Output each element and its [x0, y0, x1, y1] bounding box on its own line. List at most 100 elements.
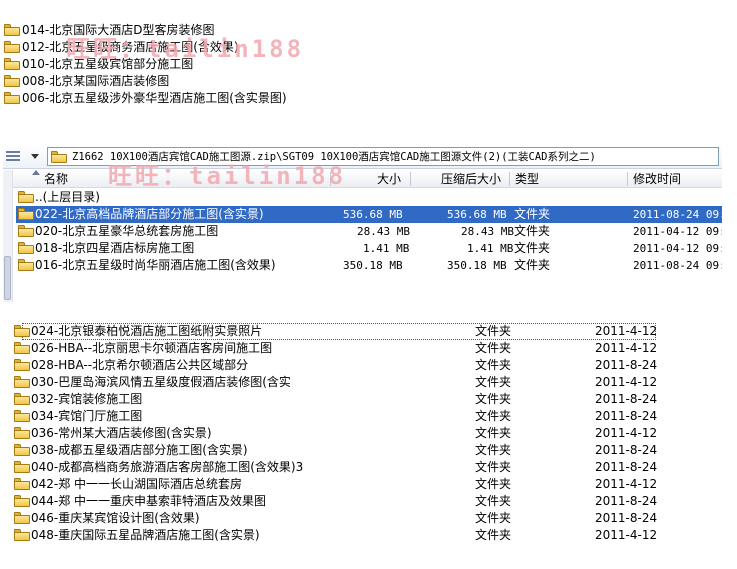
- list-item[interactable]: 048-重庆国际五星品牌酒店施工图(含实景) 文件夹 2011-4-12 0: [12, 527, 660, 544]
- chevron-down-icon[interactable]: [31, 154, 39, 159]
- type-cell: 文件夹: [475, 443, 512, 457]
- table-row[interactable]: 018-北京四星酒店标房施工图 1.41 MB 1.41 MB 文件夹 2011…: [16, 240, 722, 257]
- column-modified-header[interactable]: 修改时间: [633, 170, 681, 188]
- folder-icon: [14, 376, 30, 388]
- vertical-scrollbar[interactable]: [3, 170, 13, 302]
- packed-size-cell: 350.18 MB: [447, 259, 507, 272]
- folder-icon: [18, 208, 34, 220]
- list-item[interactable]: 030-巴厘岛海滨风情五星级度假酒店装修图(含实 文件夹 2011-4-12 0: [12, 374, 660, 391]
- modified-cell: 2011-8-24 0: [595, 511, 660, 525]
- modified-cell: 2011-4-12 0: [595, 341, 660, 355]
- watermark: 旺旺：tailin188: [108, 162, 347, 190]
- folder-name: 024-北京银泰柏悦酒店施工图纸附实景照片: [31, 324, 263, 338]
- view-mode-icon[interactable]: [6, 150, 20, 162]
- list-item[interactable]: 036-常州某大酒店装修图(含实景) 文件夹 2011-4-12 0: [12, 425, 660, 442]
- column-size-header[interactable]: 大小: [377, 170, 401, 188]
- modified-cell: 2011-8-24 0: [595, 409, 660, 423]
- list-item[interactable]: 026-HBA--北京丽思卡尔顿酒店客房间施工图 文件夹 2011-4-12 0: [12, 340, 660, 357]
- folder-icon: [14, 512, 30, 524]
- folder-name: ..(上层目录): [35, 190, 100, 204]
- type-cell: 文件夹: [475, 324, 512, 338]
- modified-cell: 2011-4-12 0: [595, 426, 660, 440]
- table-row[interactable]: 016-北京五星级时尚华丽酒店施工图(含效果) 350.18 MB 350.18…: [16, 257, 722, 274]
- list-item[interactable]: 032-宾馆装修施工图 文件夹 2011-8-24 0: [12, 391, 660, 408]
- folder-name: 034-宾馆门厅施工图: [31, 409, 143, 423]
- folder-icon: [14, 410, 30, 422]
- modified-cell: 2011-8-24 0: [595, 443, 660, 457]
- table-row[interactable]: 022-北京高档品牌酒店部分施工图(含实景) 536.68 MB 536.68 …: [16, 206, 722, 223]
- folder-name: 046-重庆某宾馆设计图(含效果): [31, 511, 200, 525]
- type-cell: 文件夹: [475, 409, 512, 423]
- type-cell: 文件夹: [475, 528, 512, 542]
- scrollbar-thumb[interactable]: [4, 256, 11, 300]
- column-packed-size-header[interactable]: 压缩后大小: [441, 170, 501, 188]
- modified-cell: 2011-8-24 0: [595, 358, 660, 372]
- folder-icon: [18, 242, 34, 254]
- folder-icon: [14, 444, 30, 456]
- list-item[interactable]: 006-北京五星级涉外豪华型酒店施工图(含实景图): [0, 90, 335, 107]
- folder-name: 036-常州某大酒店装修图(含实景): [31, 426, 212, 440]
- folder-name: 030-巴厘岛海滨风情五星级度假酒店装修图(含实: [31, 375, 291, 389]
- folder-name: 020-北京五星豪华总统套房施工图: [35, 224, 219, 238]
- folder-icon: [14, 461, 30, 473]
- folder-icon: [18, 259, 34, 271]
- size-cell: 1.41 MB: [363, 242, 410, 255]
- list-item[interactable]: 044-郑 中一一重庆申基索菲特酒店及效果图 文件夹 2011-8-24 0: [12, 493, 660, 510]
- type-cell: 文件夹: [514, 241, 551, 255]
- type-cell: 文件夹: [514, 224, 551, 238]
- folder-name: 022-北京高档品牌酒店部分施工图(含实景): [35, 207, 264, 221]
- sort-ascending-icon: [32, 170, 40, 175]
- parent-directory-row[interactable]: ..(上层目录): [16, 189, 722, 206]
- folder-icon: [4, 58, 20, 70]
- modified-cell: 2011-04-12 09:4: [633, 242, 722, 255]
- folder-icon: [4, 92, 20, 104]
- folder-list-panel-bottom: 024-北京银泰柏悦酒店施工图纸附实景照片 文件夹 2011-4-12 1 02…: [8, 320, 660, 546]
- folder-name: 028-HBA--北京希尔顿酒店公共区域部分: [31, 358, 249, 372]
- list-item[interactable]: 042-郑 中一一长山湖国际酒店总统套房 文件夹 2011-4-12 0: [12, 476, 660, 493]
- folder-icon: [4, 75, 20, 87]
- type-cell: 文件夹: [475, 426, 512, 440]
- type-cell: 文件夹: [475, 477, 512, 491]
- list-item[interactable]: 040-成都高档商务旅游酒店客房部施工图(含效果)3 文件夹 2011-8-24…: [12, 459, 660, 476]
- folder-name: 008-北京某国际酒店装修图: [22, 74, 170, 88]
- modified-cell: 2011-4-12 0: [595, 528, 660, 542]
- type-cell: 文件夹: [475, 460, 512, 474]
- size-cell: 28.43 MB: [357, 225, 410, 238]
- list-item[interactable]: 034-宾馆门厅施工图 文件夹 2011-8-24 0: [12, 408, 660, 425]
- modified-cell: 2011-4-12 0: [595, 477, 660, 491]
- folder-icon: [14, 478, 30, 490]
- type-cell: 文件夹: [475, 375, 512, 389]
- watermark: 旺旺：tailin188: [66, 35, 305, 63]
- folder-name: 038-成都五星级酒店部分施工图(含实景): [31, 443, 248, 457]
- list-item[interactable]: 038-成都五星级酒店部分施工图(含实景) 文件夹 2011-8-24 0: [12, 442, 660, 459]
- packed-size-cell: 1.41 MB: [467, 242, 514, 255]
- modified-cell: 2011-08-24 09:1: [633, 259, 722, 272]
- modified-cell: 2011-08-24 09:1: [633, 208, 722, 221]
- type-cell: 文件夹: [514, 258, 551, 272]
- size-cell: 350.18 MB: [343, 259, 403, 272]
- folder-icon: [14, 325, 30, 337]
- type-cell: 文件夹: [475, 494, 512, 508]
- table-row[interactable]: 020-北京五星豪华总统套房施工图 28.43 MB 28.43 MB 文件夹 …: [16, 223, 722, 240]
- type-cell: 文件夹: [475, 341, 512, 355]
- folder-icon: [18, 225, 34, 237]
- modified-cell: 2011-8-24 0: [595, 460, 660, 474]
- folder-icon: [14, 529, 30, 541]
- folder-icon: [4, 41, 20, 53]
- folder-icon: [14, 359, 30, 371]
- folder-name: 016-北京五星级时尚华丽酒店施工图(含效果): [35, 258, 276, 272]
- list-item[interactable]: 028-HBA--北京希尔顿酒店公共区域部分 文件夹 2011-8-24 0: [12, 357, 660, 374]
- list-item[interactable]: 046-重庆某宾馆设计图(含效果) 文件夹 2011-8-24 0: [12, 510, 660, 527]
- list-item[interactable]: 024-北京银泰柏悦酒店施工图纸附实景照片 文件夹 2011-4-12 1: [12, 323, 660, 340]
- modified-cell: 2011-04-12 09:4: [633, 225, 722, 238]
- folder-icon: [14, 393, 30, 405]
- column-type-header[interactable]: 类型: [515, 170, 539, 188]
- folder-name: 048-重庆国际五星品牌酒店施工图(含实景): [31, 528, 260, 542]
- folder-name: 026-HBA--北京丽思卡尔顿酒店客房间施工图: [31, 341, 273, 355]
- folder-up-icon: [18, 191, 34, 203]
- folder-name: 044-郑 中一一重庆申基索菲特酒店及效果图: [31, 494, 267, 508]
- folder-name: 006-北京五星级涉外豪华型酒店施工图(含实景图): [22, 91, 287, 105]
- column-name-header[interactable]: 名称: [44, 170, 68, 188]
- modified-cell: 2011-8-24 0: [595, 494, 660, 508]
- list-item[interactable]: 008-北京某国际酒店装修图: [0, 73, 335, 90]
